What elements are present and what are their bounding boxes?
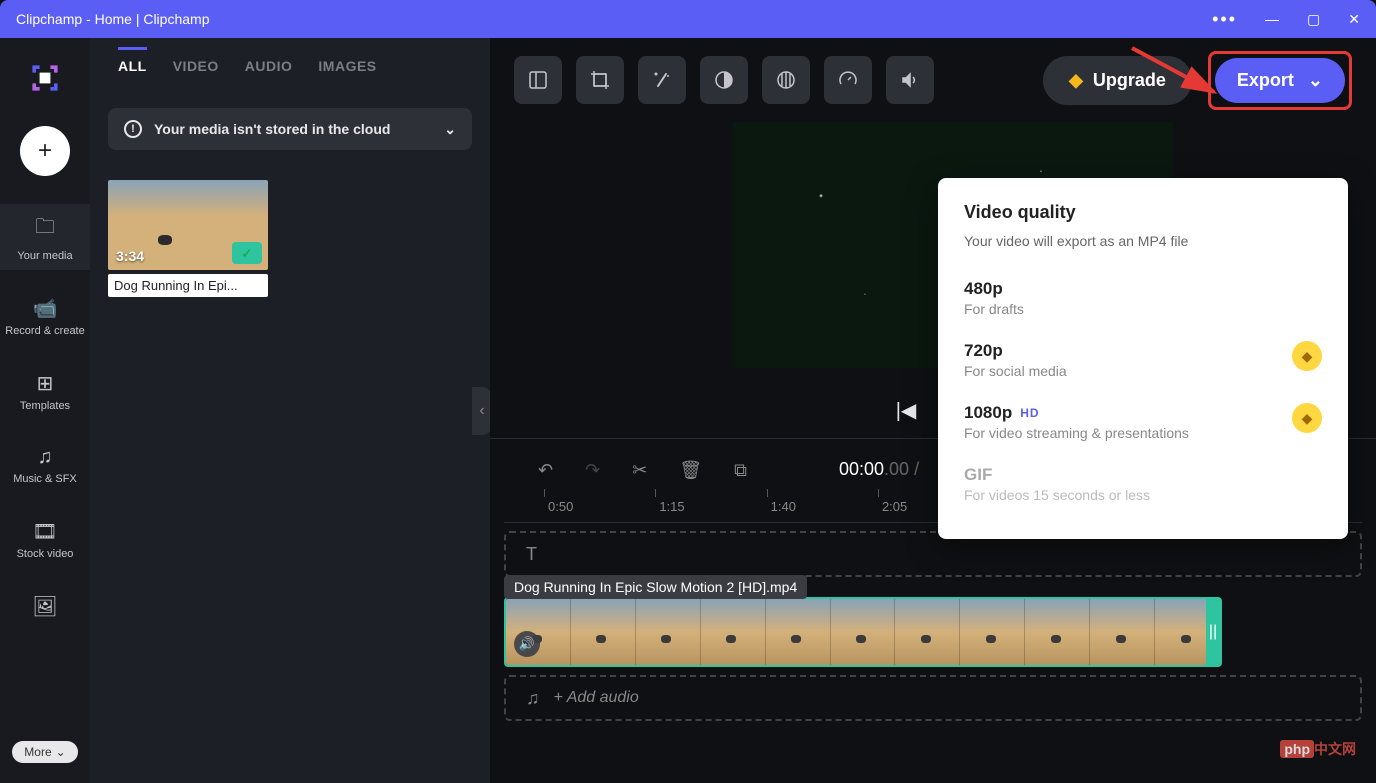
- watermark: php中文网: [1278, 739, 1356, 759]
- editor-area: ◆ Upgrade Export ⌄ |◀ 5 ▶ Video quality: [490, 38, 1376, 783]
- more-button[interactable]: More ⌄: [12, 741, 77, 763]
- sidebar-item-label: Templates: [20, 400, 70, 412]
- layout-button[interactable]: [514, 56, 562, 104]
- undo-button[interactable]: ↶: [538, 460, 553, 481]
- cloud-notice[interactable]: ! Your media isn't stored in the cloud ⌄: [108, 108, 472, 150]
- thumbnail-duration: 3:34: [116, 248, 144, 264]
- more-menu-icon[interactable]: •••: [1212, 9, 1237, 30]
- thumbnail-filename: Dog Running In Epi...: [108, 274, 268, 297]
- film-icon: 🎞: [32, 519, 57, 544]
- clip-audio-icon[interactable]: 🔊: [514, 631, 540, 657]
- hd-badge: HD: [1020, 406, 1039, 420]
- export-highlight: Export ⌄: [1208, 51, 1352, 110]
- sidebar-item-templates[interactable]: ⊞ Templates: [0, 363, 90, 420]
- sidebar-item-stock-video[interactable]: 🎞 Stock video: [0, 511, 90, 568]
- export-option-1080p[interactable]: 1080pHD For video streaming & presentati…: [964, 391, 1322, 453]
- redo-button[interactable]: ↷: [585, 460, 600, 481]
- plus-icon: +: [38, 137, 52, 165]
- clip-trim-handle[interactable]: ||: [1206, 597, 1220, 667]
- chevron-down-icon: ⌄: [444, 121, 456, 138]
- image-icon: 🖼: [32, 594, 57, 619]
- tab-images[interactable]: IMAGES: [318, 58, 376, 84]
- minimize-icon[interactable]: —: [1265, 11, 1279, 27]
- tab-video[interactable]: VIDEO: [173, 58, 219, 84]
- sidebar-item-image[interactable]: 🖼: [0, 586, 90, 627]
- add-button[interactable]: +: [20, 126, 70, 176]
- cloud-notice-text: Your media isn't stored in the cloud: [154, 121, 390, 137]
- add-audio-label: + Add audio: [554, 689, 639, 707]
- upgrade-button[interactable]: ◆ Upgrade: [1043, 56, 1192, 105]
- ruler-tick: 1:15: [659, 499, 684, 514]
- video-clip[interactable]: 🔊: [504, 597, 1222, 667]
- export-option-480p[interactable]: 480p For drafts: [964, 267, 1322, 329]
- duplicate-button[interactable]: ⧉: [734, 460, 747, 481]
- thumbnail-image: 3:34 ✓: [108, 180, 268, 270]
- crop-button[interactable]: [576, 56, 624, 104]
- window-title: Clipchamp - Home | Clipchamp: [16, 11, 209, 27]
- text-track-icon: T: [526, 544, 537, 565]
- speed-button[interactable]: [824, 56, 872, 104]
- export-dropdown: Video quality Your video will export as …: [938, 178, 1348, 539]
- tab-audio[interactable]: AUDIO: [245, 58, 293, 84]
- chevron-down-icon: ⌄: [56, 745, 66, 759]
- app-logo: [25, 58, 65, 98]
- close-icon[interactable]: ✕: [1348, 11, 1360, 28]
- ruler-tick: 1:40: [771, 499, 796, 514]
- timeline-timecode: 00:00.00 /: [839, 459, 919, 481]
- diamond-icon: ◆: [1069, 70, 1083, 91]
- folder-icon: 🗀: [35, 212, 55, 246]
- effects-button[interactable]: [638, 56, 686, 104]
- ruler-tick: 2:05: [882, 499, 907, 514]
- panel-collapse-handle[interactable]: ‹: [472, 387, 492, 435]
- info-icon: !: [124, 120, 142, 138]
- audio-track-empty[interactable]: ♫ + Add audio: [504, 675, 1362, 721]
- volume-button[interactable]: [886, 56, 934, 104]
- chevron-down-icon: ⌄: [1308, 70, 1323, 91]
- window-controls: ••• — ▢ ✕: [1212, 9, 1360, 30]
- ruler-tick: 0:50: [548, 499, 573, 514]
- sidebar-item-label: Your media: [17, 250, 72, 262]
- sidebar-item-record-create[interactable]: 📹 Record & create: [0, 288, 90, 345]
- maximize-icon[interactable]: ▢: [1307, 11, 1320, 28]
- tab-all[interactable]: ALL: [118, 47, 147, 84]
- editor-toolbar: ◆ Upgrade Export ⌄: [490, 38, 1376, 122]
- camera-icon: 📹: [33, 296, 58, 321]
- sidebar-item-your-media[interactable]: 🗀 Your media: [0, 204, 90, 270]
- sidebar-item-label: Record & create: [5, 325, 84, 337]
- sidebar-item-label: Stock video: [17, 548, 74, 560]
- premium-badge-icon: ◆: [1292, 341, 1322, 371]
- sidebar-item-label: Music & SFX: [13, 473, 77, 485]
- clip-filename: Dog Running In Epic Slow Motion 2 [HD].m…: [504, 575, 807, 599]
- video-track: Dog Running In Epic Slow Motion 2 [HD].m…: [504, 585, 1362, 667]
- media-panel: ALL VIDEO AUDIO IMAGES ! Your media isn'…: [90, 38, 490, 783]
- sidebar: + 🗀 Your media 📹 Record & create ⊞ Templ…: [0, 38, 90, 783]
- export-option-gif[interactable]: GIF For videos 15 seconds or less: [964, 453, 1322, 515]
- check-icon: ✓: [232, 242, 262, 264]
- music-icon: ♫: [38, 446, 53, 469]
- titlebar: Clipchamp - Home | Clipchamp ••• — ▢ ✕: [0, 0, 1376, 38]
- export-dropdown-title: Video quality: [964, 202, 1322, 223]
- skip-previous-button[interactable]: |◀: [896, 398, 917, 423]
- sidebar-item-music-sfx[interactable]: ♫ Music & SFX: [0, 438, 90, 493]
- templates-icon: ⊞: [37, 371, 54, 396]
- export-option-720p[interactable]: 720p For social media ◆: [964, 329, 1322, 391]
- cut-button[interactable]: ✂: [632, 460, 647, 481]
- export-button[interactable]: Export ⌄: [1215, 58, 1345, 103]
- media-thumbnail[interactable]: 3:34 ✓ Dog Running In Epi...: [108, 180, 268, 297]
- contrast-button[interactable]: [700, 56, 748, 104]
- adjust-button[interactable]: [762, 56, 810, 104]
- export-dropdown-subtitle: Your video will export as an MP4 file: [964, 233, 1322, 249]
- delete-button[interactable]: 🗑: [679, 460, 702, 481]
- premium-badge-icon: ◆: [1292, 403, 1322, 433]
- audio-track-icon: ♫: [526, 688, 540, 709]
- media-tabs: ALL VIDEO AUDIO IMAGES: [108, 58, 472, 84]
